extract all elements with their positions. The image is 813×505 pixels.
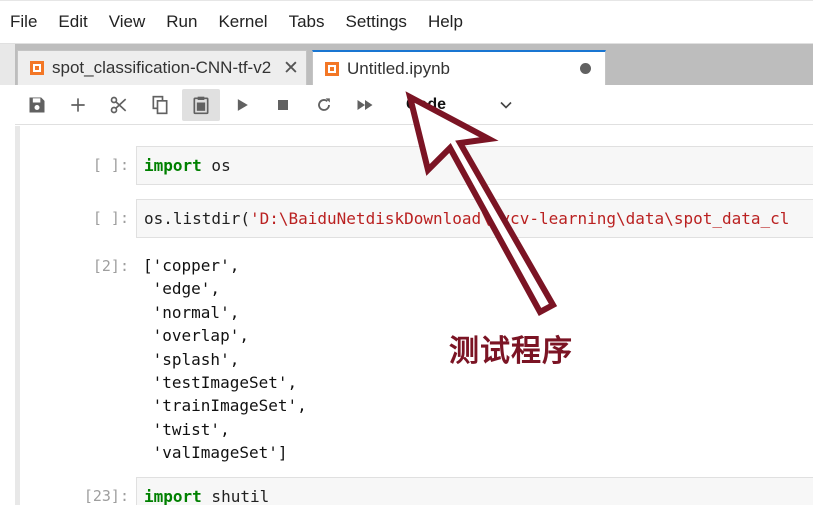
cell-prompt: [ ]: [92,156,129,174]
notebook-icon [30,61,44,75]
run-all-button[interactable] [346,89,384,121]
tab-label: spot_classification-CNN-tf-v2 [52,58,272,77]
code-string: 'D:\BaiduNetdiskDownload\pycv-learning\d… [249,209,790,228]
close-icon[interactable]: ✕ [280,57,302,80]
copy-button[interactable] [141,89,179,121]
add-cell-button[interactable] [59,89,97,121]
restart-button[interactable] [305,89,343,121]
run-button[interactable] [223,89,261,121]
copy-icon [152,95,168,114]
code-cell[interactable]: import os [136,146,813,185]
menu-settings[interactable]: Settings [346,12,418,32]
code-keyword: import [144,156,202,175]
menu-file[interactable]: File [10,12,48,32]
notebook-toolbar: Code [15,85,813,125]
tab-untitled[interactable]: Untitled.ipynb [312,50,606,85]
fast-forward-icon [357,99,373,110]
restart-icon [318,97,330,111]
save-button[interactable] [18,89,56,121]
left-sidebar-gutter [0,44,15,85]
menu-kernel[interactable]: Kernel [218,12,278,32]
left-sidebar-gutter [15,126,20,505]
notebook-panel: [ ]: import os [ ]: os.listdir('D:\Baidu… [15,126,813,505]
output-prompt: [2]: [92,257,129,275]
tab-spot-classification[interactable]: spot_classification-CNN-tf-v2 ✕ [17,50,307,85]
chevron-down-icon[interactable] [496,95,516,115]
code-keyword: import [144,487,202,505]
cut-button[interactable] [100,89,138,121]
paste-button[interactable] [182,88,220,121]
cell-type-select[interactable]: Code [406,96,496,114]
code-text: shutil [201,487,270,505]
cut-icon [110,96,127,113]
cell-prompt: [23]: [83,487,129,505]
add-icon [71,97,85,112]
unsaved-dot-icon[interactable] [580,63,591,74]
stop-icon [278,99,288,110]
code-text: os.listdir( [144,209,250,228]
menu-help[interactable]: Help [428,12,474,32]
menu-run[interactable]: Run [166,12,208,32]
tab-label: Untitled.ipynb [347,58,451,78]
menu-tabs[interactable]: Tabs [289,12,336,32]
paste-icon [193,96,209,114]
notebook-icon [325,61,339,76]
code-cell[interactable]: os.listdir('D:\BaiduNetdiskDownload\pycv… [136,199,813,238]
tab-strip: spot_classification-CNN-tf-v2 ✕ Untitled… [0,44,813,85]
run-icon [237,98,248,111]
stop-button[interactable] [264,89,302,121]
code-cell[interactable]: import shutil [136,477,813,505]
menu-edit[interactable]: Edit [58,12,98,32]
save-icon [29,97,45,112]
cell-prompt: [ ]: [92,209,129,227]
annotation-label: 测试程序 [449,334,573,369]
menu-view[interactable]: View [109,12,157,32]
menu-bar: File Edit View Run Kernel Tabs Settings … [0,0,813,44]
cell-output: ['copper', 'edge', 'normal', 'overlap', … [143,256,307,463]
code-text: os [201,156,231,175]
